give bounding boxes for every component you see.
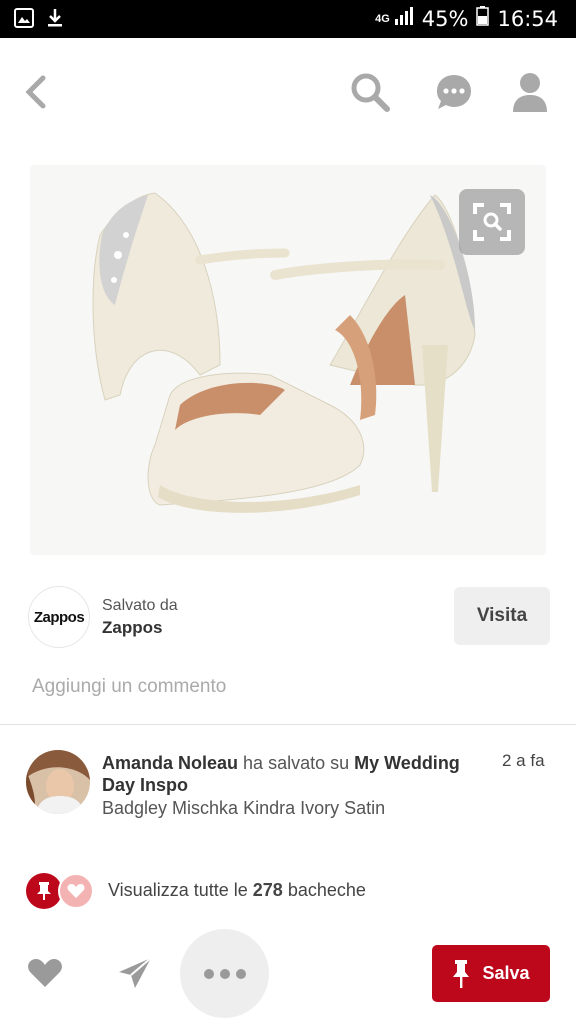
send-button[interactable] (114, 952, 156, 994)
more-dot (203, 968, 214, 979)
chevron-left-icon (25, 75, 46, 109)
heart-icon (58, 873, 94, 909)
search-icon (351, 73, 390, 112)
boards-prefix: Visualizza tutte le (108, 880, 248, 900)
battery-icon (476, 6, 490, 32)
status-bar: 4G 45% 16:54 (0, 0, 576, 38)
battery-percent: 45% (421, 7, 469, 31)
person-icon (513, 73, 547, 112)
visual-search-icon (473, 203, 511, 241)
more-dot (219, 968, 230, 979)
messages-button[interactable] (428, 66, 480, 118)
pinner-name[interactable]: Amanda Noleau (102, 753, 238, 773)
source-name[interactable]: Zappos (102, 618, 162, 638)
saved-from-label: Salvato da (102, 597, 178, 614)
visit-button[interactable]: Visita (454, 587, 550, 645)
back-button[interactable] (10, 66, 62, 118)
more-button[interactable] (180, 929, 269, 1018)
clock: 16:54 (497, 7, 558, 31)
save-label: Salva (482, 963, 530, 983)
signal-icon (394, 7, 414, 31)
profile-button[interactable] (504, 66, 556, 118)
divider (0, 724, 576, 725)
more-dot (235, 968, 246, 979)
pushpin-icon (453, 959, 470, 988)
boards-suffix: bacheche (287, 880, 366, 900)
save-button[interactable]: Salva (432, 945, 550, 1002)
pin-description: Badgley Mischka Kindra Ivory Satin (102, 798, 386, 818)
network-type: 4G (375, 12, 390, 25)
pushpin-icon (26, 873, 62, 909)
boards-preview[interactable] (26, 873, 96, 909)
view-all-boards-link[interactable]: Visualizza tutte le 278 bacheche (108, 880, 366, 901)
send-icon (119, 957, 152, 988)
like-button[interactable] (24, 952, 66, 994)
heart-icon (28, 959, 62, 987)
chat-bubble-icon (437, 75, 471, 109)
pinner-action: ha salvato su (243, 753, 350, 773)
source-logo-text: Zappos (33, 608, 85, 626)
visual-search-button[interactable] (459, 189, 525, 255)
download-notification-icon (46, 8, 64, 33)
pinner-attribution: Amanda Noleau ha salvato su My Wedding D… (102, 752, 482, 796)
comment-input[interactable]: Aggiungi un commento (32, 676, 226, 698)
top-navigation (0, 38, 576, 138)
gallery-notification-icon (14, 8, 34, 33)
avatar[interactable] (26, 750, 90, 814)
source-logo[interactable]: Zappos (28, 586, 90, 648)
pin-age: 2 a fa (502, 751, 545, 770)
search-button[interactable] (344, 66, 396, 118)
boards-count: 278 (252, 880, 283, 900)
